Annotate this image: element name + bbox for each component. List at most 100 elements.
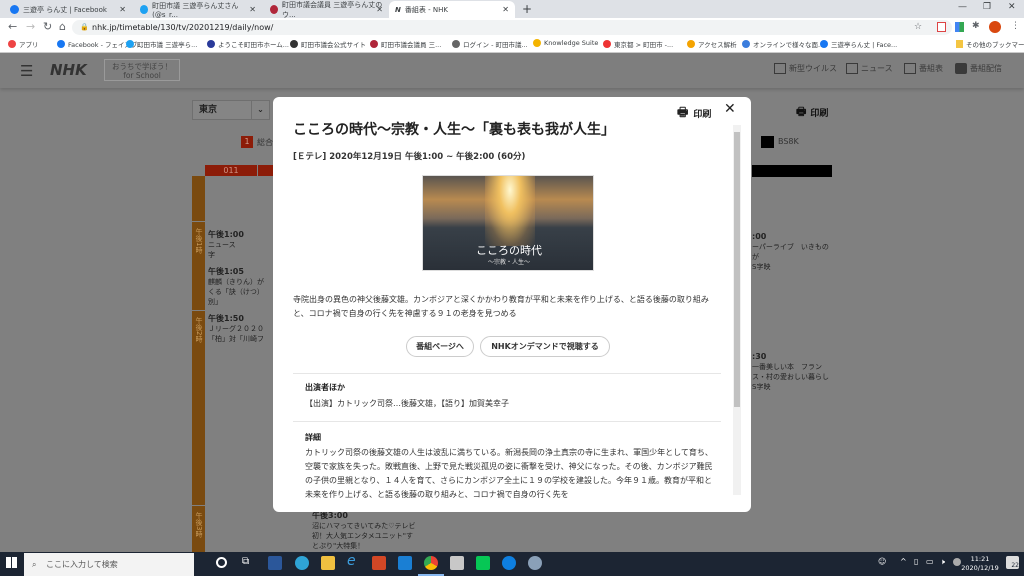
maximize-button[interactable]: ❐ bbox=[983, 2, 991, 12]
program-broadcast-info: [Ｅテレ] 2020年12月19日 午後1:00 ~ 午後2:00 (60分) bbox=[293, 152, 526, 162]
bookmark-item[interactable]: 町田市議会公式サイト bbox=[290, 39, 366, 49]
tab-twitter[interactable]: 町田市議 三遊亭らん丈さん (@s_r... ✕ bbox=[134, 1, 262, 19]
star-icon[interactable]: ☆ bbox=[914, 22, 922, 32]
bookmark-item[interactable]: 町田市議 三遊亭ら... bbox=[126, 39, 197, 49]
app-icon[interactable] bbox=[528, 556, 542, 570]
region-select[interactable]: 東京 ⌄ bbox=[192, 100, 270, 120]
mail-icon[interactable] bbox=[398, 556, 412, 570]
bookmark-item[interactable]: オンラインで様々な面... bbox=[742, 39, 824, 49]
url-input[interactable]: 🔒 nhk.jp/timetable/130/tv/20201219/daily/… bbox=[72, 20, 952, 35]
bookmark-item[interactable]: アクセス解析 bbox=[687, 39, 737, 49]
site-icon bbox=[370, 40, 378, 48]
close-tab-icon[interactable]: ✕ bbox=[249, 5, 256, 14]
nav-timetable[interactable]: 番組表 bbox=[904, 63, 943, 74]
program-cell[interactable]: :00 ーパーライブ いきものが S字映 bbox=[752, 232, 832, 272]
facebook-icon bbox=[820, 40, 828, 48]
bookmark-item[interactable]: Knowledge Suite bbox=[533, 39, 598, 47]
school-badge[interactable]: おうちで学ぼう！ for School bbox=[104, 59, 180, 81]
region-value: 東京 bbox=[199, 105, 218, 115]
nav-streaming[interactable]: 番組配信 bbox=[955, 63, 1002, 74]
bookmark-item[interactable]: 町田市議会議員 三... bbox=[370, 39, 441, 49]
powerpoint-icon[interactable] bbox=[372, 556, 386, 570]
bookmark-item[interactable]: ログイン - 町田市議... bbox=[452, 39, 528, 49]
extension-calendar-icon[interactable] bbox=[937, 22, 946, 32]
close-window-button[interactable]: ✕ bbox=[1008, 2, 1016, 12]
cortana-icon[interactable] bbox=[216, 557, 227, 568]
nav-coronavirus[interactable]: 新型ウイルス bbox=[774, 63, 837, 74]
tab-label: 町田市議 三遊亭らん丈さん (@s_r... bbox=[152, 1, 239, 19]
chrome-icon[interactable] bbox=[424, 556, 438, 570]
menu-kebab-icon[interactable]: ⋮ bbox=[1011, 21, 1020, 31]
nav-label: ニュース bbox=[861, 64, 893, 73]
extensions-puzzle-icon[interactable]: ✱ bbox=[972, 21, 980, 31]
network-icon[interactable]: ▭ bbox=[926, 557, 934, 566]
print-label: 印刷 bbox=[693, 110, 712, 120]
close-tab-icon[interactable]: ✕ bbox=[376, 5, 383, 14]
people-icon[interactable]: ☺ bbox=[878, 557, 886, 566]
bookmark-item[interactable]: 東京都 > 町田市 -... bbox=[603, 39, 673, 49]
task-view-icon[interactable]: ⧉ bbox=[242, 556, 249, 567]
minimize-button[interactable]: — bbox=[958, 2, 967, 12]
page-print-button[interactable]: 🖶 印刷 bbox=[796, 103, 828, 122]
bookmark-label: オンラインで様々な面... bbox=[753, 41, 825, 49]
bookmark-label: ログイン - 町田市議... bbox=[463, 41, 528, 49]
ks-icon bbox=[533, 39, 541, 47]
notification-center-icon[interactable]: 22 bbox=[1006, 556, 1019, 569]
channel-code-header: 011 bbox=[205, 165, 257, 176]
bookmark-label: 町田市議会議員 三... bbox=[381, 41, 442, 49]
tab-council[interactable]: 町田市議会議員 三遊亭らん丈のウ... ✕ bbox=[264, 1, 389, 19]
close-tab-icon[interactable]: ✕ bbox=[119, 5, 126, 14]
internet-explorer-icon[interactable]: e bbox=[347, 553, 356, 569]
nhk-icon: N bbox=[395, 5, 401, 14]
battery-icon[interactable]: ▯ bbox=[914, 557, 918, 566]
nav-news[interactable]: ニュース bbox=[846, 63, 893, 74]
bookmark-label: アプリ bbox=[19, 41, 39, 49]
close-tab-icon[interactable]: ✕ bbox=[502, 5, 509, 14]
folder-app-icon[interactable] bbox=[450, 556, 464, 570]
program-tags: S字映 bbox=[752, 263, 771, 271]
program-page-button[interactable]: 番組ページへ bbox=[406, 336, 474, 357]
program-cell[interactable]: 午後1:05 麒麟（きりん）がくる「訣（けつ）別」 bbox=[208, 267, 270, 309]
home-icon[interactable]: ⌂ bbox=[59, 20, 66, 33]
nhk-logo[interactable]: NHK bbox=[50, 61, 87, 79]
hamburger-menu-icon[interactable]: ☰ bbox=[20, 62, 33, 80]
bookmark-item[interactable]: ようこそ町田市ホーム... bbox=[207, 39, 289, 49]
tab-facebook[interactable]: 三遊亭 らん丈 | Facebook ✕ bbox=[4, 1, 132, 18]
council-icon bbox=[290, 40, 298, 48]
extension-translate-icon[interactable] bbox=[955, 22, 964, 32]
chevron-up-icon[interactable]: ^ bbox=[900, 557, 907, 566]
bookmark-label: アクセス解析 bbox=[698, 41, 737, 49]
windows-start-icon[interactable] bbox=[6, 557, 17, 568]
taskbar-search-input[interactable]: ⌕ ここに入力して検索 bbox=[24, 553, 194, 576]
other-bookmarks[interactable]: その他のブックマーク bbox=[956, 39, 1024, 49]
modal-print-button[interactable]: 🖶 印刷 bbox=[677, 103, 711, 124]
edge-icon[interactable] bbox=[295, 556, 309, 570]
program-cell[interactable]: 午後1:00 ニュース字 bbox=[208, 230, 270, 260]
channel-header bbox=[258, 165, 273, 176]
new-tab-button[interactable]: + bbox=[522, 2, 532, 16]
forward-icon[interactable]: → bbox=[26, 20, 35, 33]
modal-scrollbar-thumb[interactable] bbox=[734, 132, 740, 407]
word-icon[interactable] bbox=[268, 556, 282, 570]
bookmark-item[interactable]: アプリ bbox=[8, 39, 39, 49]
program-cell[interactable]: 午後1:50 Ｊリーグ２０２０「柏」対「川崎フロンターレ」 bbox=[208, 314, 270, 344]
reload-icon[interactable]: ↻ bbox=[43, 20, 52, 33]
nhk-ondemand-button[interactable]: NHKオンデマンドで視聴する bbox=[480, 336, 610, 357]
file-explorer-icon[interactable] bbox=[321, 556, 335, 570]
volume-icon[interactable]: 🕨 bbox=[940, 557, 945, 567]
lock-icon: 🔒 bbox=[80, 23, 89, 31]
profile-avatar[interactable] bbox=[989, 21, 1001, 33]
back-icon[interactable]: ← bbox=[8, 20, 17, 33]
taskbar-clock[interactable]: 11:21 2020/12/19 bbox=[958, 555, 1002, 573]
bookmark-item[interactable]: 三遊亭らん丈 | Face... bbox=[820, 39, 897, 49]
thumbnail-subtitle: ～宗教・人生～ bbox=[487, 259, 530, 266]
program-cell[interactable]: :30 一番美しい本 フランス・村の愛おしい暮らし S字映 bbox=[752, 352, 832, 397]
channel-tab-bs8k[interactable]: BS8K bbox=[778, 137, 799, 146]
program-cell[interactable]: 午後3:00 沼にハマってきいてみた♡テレビ初！大人気エンタメユニット"すとぷり"… bbox=[312, 511, 416, 552]
line-icon[interactable] bbox=[476, 556, 490, 570]
teamviewer-icon[interactable] bbox=[502, 556, 516, 570]
close-icon[interactable]: ✕ bbox=[724, 101, 736, 117]
channel-tab-general[interactable]: 総合 bbox=[257, 137, 273, 148]
sunlight-rays bbox=[485, 176, 535, 246]
tab-nhk[interactable]: N 番組表 - NHK ✕ bbox=[389, 1, 515, 18]
